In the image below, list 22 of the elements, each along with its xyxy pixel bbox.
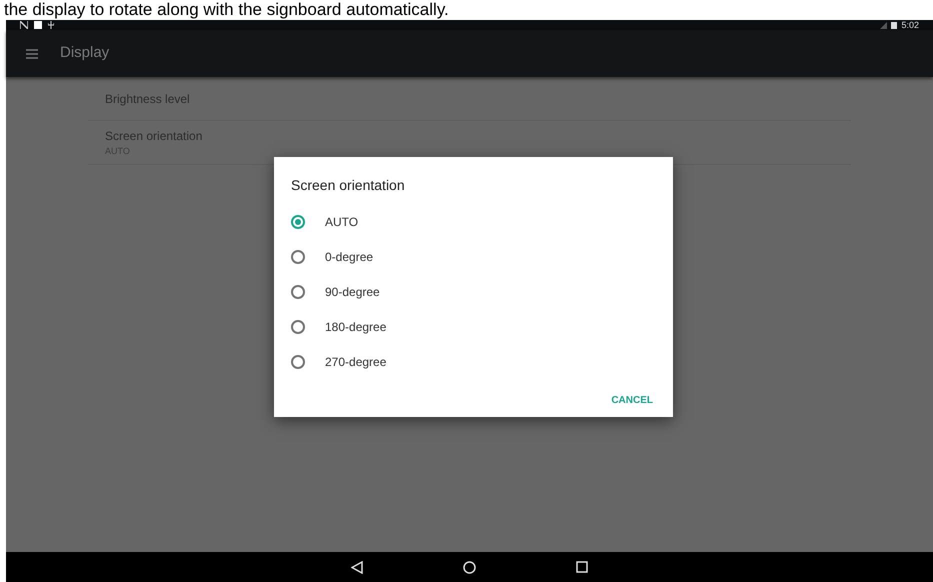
setting-title: Brightness level bbox=[105, 90, 191, 108]
radio-button[interactable] bbox=[291, 250, 305, 264]
toolbar-title: Display bbox=[60, 43, 110, 64]
radio-button[interactable] bbox=[291, 320, 305, 334]
notification-icon bbox=[34, 21, 42, 29]
option-label[interactable]: 180-degree bbox=[325, 318, 386, 336]
radio-button[interactable] bbox=[291, 214, 305, 228]
menu-icon[interactable] bbox=[26, 48, 38, 58]
option-label[interactable]: 0-degree bbox=[325, 248, 374, 266]
option-label[interactable]: AUTO bbox=[325, 212, 358, 230]
recents-icon[interactable] bbox=[576, 561, 588, 573]
dialog-title: Screen orientation bbox=[291, 176, 406, 195]
setting-title: Screen orientation bbox=[105, 128, 204, 145]
clock-time: 5:02 bbox=[901, 20, 919, 30]
back-icon[interactable] bbox=[351, 560, 363, 574]
home-icon[interactable] bbox=[463, 560, 476, 574]
usb-icon bbox=[48, 21, 54, 29]
radio-button[interactable] bbox=[291, 354, 305, 368]
option-label[interactable]: 270-degree bbox=[325, 352, 386, 370]
caption-text: the display to rotate along with the signboard automatically. bbox=[4, 0, 449, 20]
option-label[interactable]: 90-degree bbox=[325, 282, 380, 300]
radio-button[interactable] bbox=[291, 284, 305, 298]
